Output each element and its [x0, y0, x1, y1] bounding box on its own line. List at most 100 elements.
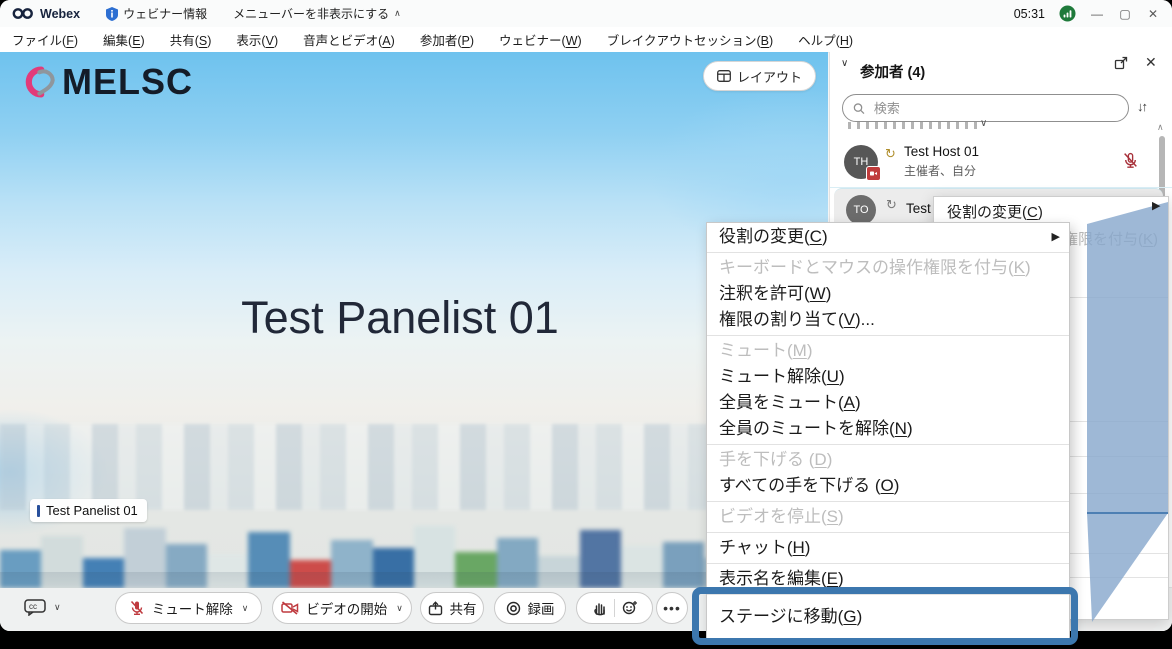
presenter-icon: ↻ — [885, 146, 896, 162]
menu-separator — [707, 501, 1069, 502]
raise-hand-icon[interactable] — [592, 600, 607, 616]
mic-muted-icon[interactable] — [1122, 152, 1139, 169]
participant-name: Test Host 01 — [904, 144, 979, 159]
captions-icon: cc — [24, 599, 46, 616]
webex-logo-icon — [12, 7, 34, 20]
highlight-annotation — [692, 587, 1078, 645]
chevron-down-icon[interactable]: ∨ — [396, 603, 403, 614]
ghost-menu-item[interactable]: 役割の変更(C) — [947, 201, 1043, 222]
start-video-button-label: ビデオの開始 — [306, 598, 387, 618]
hide-menubar-button[interactable]: メニューバーを非表示にする ∧ — [233, 5, 401, 22]
sort-button[interactable]: ↓↑ — [1137, 99, 1146, 114]
menubar-item[interactable]: ヘルプ(H) — [798, 30, 853, 49]
context-menu-item: ミュート(M) — [707, 338, 1069, 364]
clipped-list-header — [848, 122, 978, 129]
layout-button-label: レイアウト — [737, 67, 802, 86]
melsc-logo: MELSC — [12, 58, 193, 106]
title-bar: Webex ウェビナー情報 メニューバーを非表示にする ∧ 05:31 — ▢ … — [0, 0, 1172, 27]
menubar-item[interactable]: 表示(V) — [236, 30, 278, 49]
menubar-item[interactable]: ファイル(F) — [12, 30, 78, 49]
menubar-item[interactable]: 参加者(P) — [420, 30, 474, 49]
video-name-tag-label: Test Panelist 01 — [46, 503, 138, 518]
share-icon — [428, 601, 443, 616]
menu-separator — [707, 335, 1069, 336]
svg-text:cc: cc — [29, 602, 37, 611]
maximize-button[interactable]: ▢ — [1118, 7, 1132, 21]
context-menu-item: ビデオを停止(S) — [707, 504, 1069, 530]
scrollbar-up-arrow[interactable]: ∧ — [1157, 122, 1164, 133]
avatar: TH — [844, 145, 878, 179]
hide-menubar-label: メニューバーを非表示にする — [233, 5, 389, 22]
chevron-up-icon: ∧ — [394, 8, 401, 19]
popout-icon — [1114, 56, 1128, 70]
context-menu-item[interactable]: 権限の割り当て(V)... — [707, 307, 1069, 333]
close-button[interactable]: ✕ — [1146, 7, 1160, 21]
record-button-label: 録画 — [528, 598, 555, 618]
info-shield-icon — [106, 7, 118, 21]
clipped-chevron-icon: ∨ — [980, 118, 987, 127]
popout-panel-button[interactable] — [1114, 56, 1128, 70]
context-menu-item[interactable]: すべての手を下げる (O) — [707, 473, 1069, 499]
context-menu-item: 手を下げる (D) — [707, 447, 1069, 473]
submenu-arrow-icon: ▶ — [1152, 199, 1160, 212]
host-badge-icon — [866, 166, 881, 181]
context-menu-item[interactable]: 全員をミュート(A) — [707, 390, 1069, 416]
stage-participant-name: Test Panelist 01 — [0, 292, 800, 344]
webinar-info-button[interactable]: ウェビナー情報 — [106, 5, 207, 22]
sync-icon: ↻ — [886, 197, 897, 213]
video-name-tag: Test Panelist 01 — [30, 499, 147, 522]
context-menu-item[interactable]: 注釈を許可(W) — [707, 281, 1069, 307]
unmute-button[interactable]: ミュート解除 ∨ — [115, 592, 262, 624]
menubar-item[interactable]: 共有(S) — [170, 30, 212, 49]
chevron-down-icon[interactable]: ∨ — [242, 603, 249, 614]
menubar-item[interactable]: 編集(E) — [103, 30, 145, 49]
clock-time: 05:31 — [1014, 7, 1045, 21]
search-input[interactable] — [872, 100, 1118, 117]
menubar-item[interactable]: ブレイクアウトセッション(B) — [607, 30, 773, 49]
melsc-heart-icon — [12, 58, 58, 106]
submenu-arrow-icon: ▶ — [1052, 224, 1060, 250]
minimize-button[interactable]: — — [1090, 7, 1104, 21]
context-menu-item[interactable]: 全員のミュートを解除(N) — [707, 416, 1069, 442]
audio-indicator-icon — [37, 505, 40, 517]
menu-bar: ファイル(F) 編集(E) 共有(S) 表示(V) 音声とビデオ(A) 参加者(P) ウェビ… — [0, 27, 1172, 53]
chevron-down-icon[interactable]: ∨ — [54, 602, 61, 613]
layout-grid-icon — [717, 70, 731, 82]
more-options-icon: ••• — [663, 600, 681, 616]
layout-button[interactable]: レイアウト — [703, 61, 816, 91]
share-button[interactable]: 共有 — [420, 592, 484, 624]
mic-muted-icon — [129, 600, 145, 616]
search-icon — [853, 102, 865, 115]
menu-separator — [707, 444, 1069, 445]
menubar-item[interactable]: ウェビナー(W) — [499, 30, 582, 49]
city-background-far — [0, 424, 828, 510]
context-menu: 役割の変更(C)▶キーボードとマウスの操作権限を付与(K)注釈を許可(W)権限の… — [706, 222, 1070, 642]
video-stage: MELSC レイアウト Test Panelist 01 Test Paneli… — [0, 52, 828, 631]
context-menu-item[interactable]: 役割の変更(C)▶ — [707, 224, 1069, 250]
participant-role: 主催者、自分 — [904, 162, 976, 179]
unmute-button-label: ミュート解除 — [152, 598, 233, 618]
divider — [614, 599, 615, 617]
blue-overlay-shape — [1080, 196, 1172, 631]
close-panel-button[interactable]: ✕ — [1145, 54, 1157, 71]
melsc-logo-text: MELSC — [62, 61, 193, 103]
avatar-initials: TO — [853, 204, 868, 216]
reactions-control — [576, 592, 653, 624]
avatar: TO — [846, 195, 876, 225]
camera-off-icon — [281, 601, 299, 615]
participants-count: (4) — [908, 65, 926, 81]
reactions-smiley-icon[interactable] — [622, 600, 638, 616]
more-options-button[interactable]: ••• — [656, 592, 688, 624]
participant-name: Test — [906, 201, 931, 216]
record-icon — [506, 601, 521, 616]
context-menu-item[interactable]: ミュート解除(U) — [707, 364, 1069, 390]
context-menu-item[interactable]: チャット(H) — [707, 535, 1069, 561]
menu-separator — [707, 532, 1069, 533]
connection-indicator-icon[interactable] — [1059, 5, 1076, 22]
captions-control[interactable]: cc ∨ — [24, 599, 61, 616]
menubar-item[interactable]: 音声とビデオ(A) — [303, 30, 395, 49]
start-video-button[interactable]: ビデオの開始 ∨ — [272, 592, 412, 624]
menu-separator — [707, 563, 1069, 564]
participant-row-host[interactable]: TH ↻ Test Host 01 主催者、自分 — [830, 136, 1159, 188]
record-button[interactable]: 録画 — [494, 592, 566, 624]
